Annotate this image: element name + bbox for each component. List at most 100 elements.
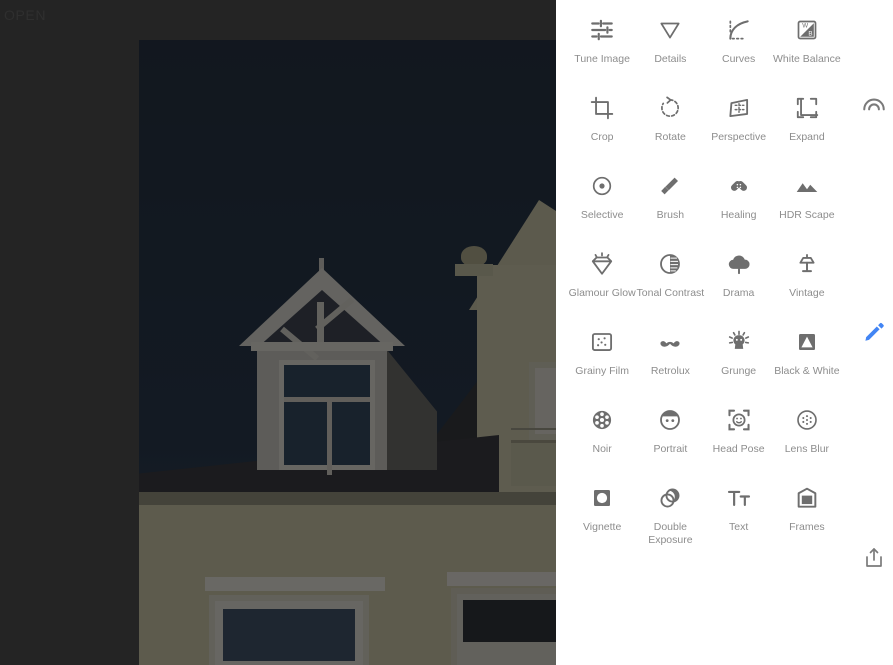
tool-details[interactable]: Details — [636, 8, 704, 86]
tool-label: Expand — [789, 131, 825, 143]
arc-looks-icon — [861, 92, 887, 123]
head-pose-icon — [726, 404, 752, 436]
black-and-white-icon — [795, 326, 819, 358]
window-lintel — [205, 577, 385, 591]
tool-white-balance[interactable]: W B White Balance — [773, 8, 841, 86]
open-button[interactable]: OPEN — [4, 7, 46, 23]
perspective-icon — [726, 92, 752, 124]
svg-text:B: B — [808, 31, 812, 38]
tool-label: Glamour Glow — [568, 287, 636, 299]
tool-text[interactable]: Text — [705, 476, 773, 554]
tool-glamour-glow[interactable]: Glamour Glow — [568, 242, 636, 320]
tool-lens-blur[interactable]: Lens Blur — [773, 398, 841, 476]
tool-head-pose[interactable]: Head Pose — [705, 398, 773, 476]
frames-icon — [794, 482, 820, 514]
vignette-icon — [590, 482, 614, 514]
tool-label: HDR Scape — [779, 209, 835, 221]
selective-icon — [590, 170, 614, 202]
tool-label: Details — [654, 53, 687, 65]
tool-label: Double Exposure — [648, 521, 693, 546]
crop-icon — [589, 92, 615, 124]
tool-label: Text — [728, 521, 749, 533]
rotate-icon — [657, 92, 683, 124]
tool-label: Vintage — [789, 287, 825, 299]
rail-tools-button[interactable] — [857, 317, 891, 351]
details-icon — [657, 14, 683, 46]
tool-tune-image[interactable]: Tune Image — [568, 8, 636, 86]
tool-label: Black & White — [774, 365, 840, 377]
tool-label: Tune Image — [574, 53, 630, 65]
tool-brush[interactable]: Brush — [636, 164, 704, 242]
tool-drama[interactable]: Drama — [705, 242, 773, 320]
tool-label: Vignette — [582, 521, 622, 533]
tool-label: Brush — [656, 209, 685, 221]
lower-window-left — [205, 577, 385, 665]
tool-label: Frames — [789, 521, 825, 533]
pencil-tools-icon — [862, 320, 886, 349]
window-glass — [223, 609, 355, 661]
grainy-film-icon — [589, 326, 615, 358]
tool-noir[interactable]: Noir — [568, 398, 636, 476]
drama-icon — [726, 248, 752, 280]
tune-image-icon — [589, 14, 615, 46]
hdr-scape-icon — [794, 170, 820, 202]
photo-image[interactable] — [139, 40, 556, 665]
tool-rotate[interactable]: Rotate — [636, 86, 704, 164]
tool-retrolux[interactable]: Retrolux — [636, 320, 704, 398]
tool-vignette[interactable]: Vignette — [568, 476, 636, 554]
tool-healing[interactable]: Healing — [705, 164, 773, 242]
tool-selective[interactable]: Selective — [568, 164, 636, 242]
tool-vintage[interactable]: Vintage — [773, 242, 841, 320]
glamour-glow-icon — [589, 248, 615, 280]
double-exposure-icon — [657, 482, 683, 514]
tool-label: Grainy Film — [575, 365, 629, 377]
grunge-icon — [726, 326, 752, 358]
tool-label: Curves — [721, 53, 756, 65]
vintage-icon — [794, 248, 820, 280]
lens-blur-icon — [794, 404, 820, 436]
tool-perspective[interactable]: Perspective — [705, 86, 773, 164]
tool-double-exposure[interactable]: Double Exposure — [636, 476, 704, 554]
rail-export-button[interactable] — [857, 543, 891, 577]
photo-canvas-area[interactable]: OPEN — [0, 0, 556, 665]
window-lintel — [447, 572, 556, 586]
cornice — [139, 492, 556, 505]
tool-black-white[interactable]: Black & White — [773, 320, 841, 398]
rail-looks-button[interactable] — [857, 90, 891, 124]
tonal-contrast-icon — [657, 248, 683, 280]
tools-panel: Tune Image Details Curves W B White Balance Cr… — [556, 0, 893, 665]
portrait-icon — [657, 404, 683, 436]
tool-portrait[interactable]: Portrait — [636, 398, 704, 476]
healing-icon — [727, 170, 751, 202]
tool-label: Lens Blur — [784, 443, 830, 455]
tool-crop[interactable]: Crop — [568, 86, 636, 164]
share-export-icon — [862, 546, 886, 575]
tool-label: Noir — [592, 443, 612, 455]
tool-label: White Balance — [773, 53, 841, 65]
text-icon — [726, 482, 752, 514]
tool-frames[interactable]: Frames — [773, 476, 841, 554]
expand-icon — [794, 92, 820, 124]
tool-grunge[interactable]: Grunge — [705, 320, 773, 398]
tool-label: Crop — [590, 131, 614, 143]
tool-curves[interactable]: Curves — [705, 8, 773, 86]
tool-label: Drama — [722, 287, 755, 299]
tool-hdr-scape[interactable]: HDR Scape — [773, 164, 841, 242]
svg-text:W: W — [802, 23, 808, 30]
tool-label: Retrolux — [650, 365, 690, 377]
tool-tonal-contrast[interactable]: Tonal Contrast — [636, 242, 704, 320]
tool-label: Rotate — [654, 131, 686, 143]
window-glass — [463, 600, 556, 642]
tool-label: Healing — [720, 209, 757, 221]
white-balance-icon: WB — [795, 14, 819, 46]
noir-icon — [589, 404, 615, 436]
retrolux-icon — [657, 326, 683, 358]
tool-grainy-film[interactable]: Grainy Film — [568, 320, 636, 398]
dormer-ledge — [251, 342, 393, 351]
tool-label: Portrait — [653, 443, 688, 455]
dormer-window-mullion-v — [327, 399, 332, 475]
tool-expand[interactable]: Expand — [773, 86, 841, 164]
balcony-slab — [511, 440, 556, 486]
finial-ball — [461, 246, 487, 266]
tool-label: Selective — [580, 209, 624, 221]
